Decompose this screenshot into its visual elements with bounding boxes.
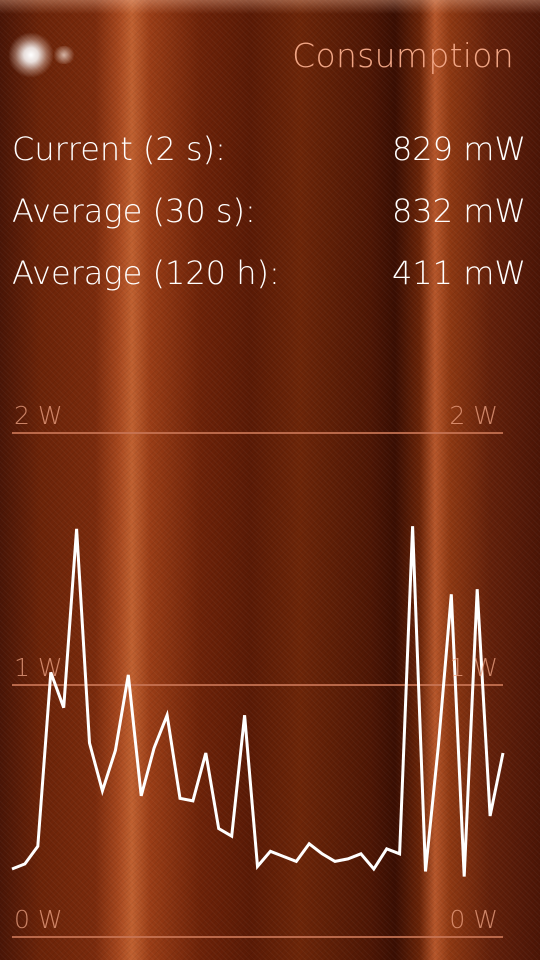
y-tick-label-right: 2 W bbox=[449, 401, 498, 430]
y-tick-label-left: 0 W bbox=[14, 905, 63, 934]
y-tick-label-right: 0 W bbox=[449, 905, 498, 934]
series-line-0 bbox=[11, 526, 505, 877]
y-tick-label-left: 2 W bbox=[14, 401, 63, 430]
power-consumption-chart bbox=[11, 432, 505, 938]
consumption-screen: Consumption Current (2 s): 829 mW Averag… bbox=[0, 0, 540, 960]
y-tick-label-left: 1 W bbox=[14, 653, 63, 682]
y-tick-label-right: 1 W bbox=[449, 653, 498, 682]
